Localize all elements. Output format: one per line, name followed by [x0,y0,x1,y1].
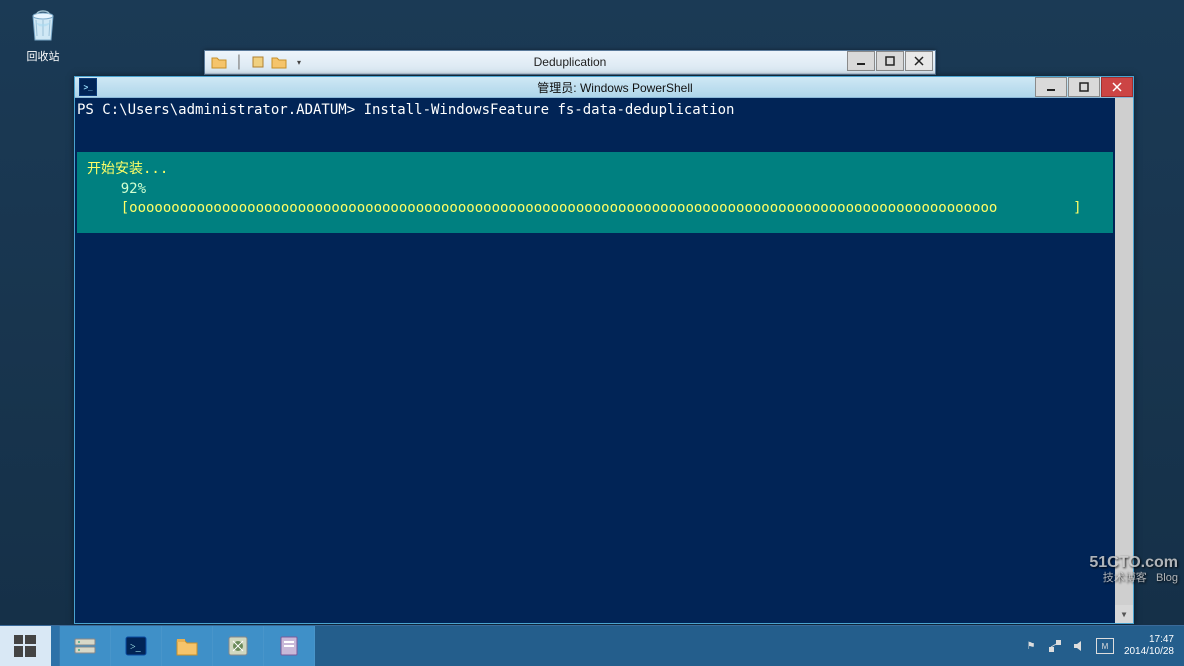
ps-minimize-button[interactable] [1035,77,1067,97]
explorer-titlebar[interactable]: | ▾ Deduplication [205,51,935,74]
clock-time: 17:47 [1124,634,1174,646]
clock-date: 2014/10/28 [1124,646,1174,658]
ime-icon[interactable]: M [1096,638,1114,654]
explorer-minimize-button[interactable] [847,51,875,71]
taskbar-app2[interactable] [264,626,315,666]
ps-command: Install-WindowsFeature fs-data-deduplica… [364,102,735,118]
ps-command-line: PS C:\Users\administrator.ADATUM> Instal… [77,102,1113,118]
ps-progress-block: 开始安装... 92% [ooooooooooooooooooooooooooo… [77,152,1113,233]
clock[interactable]: 17:47 2014/10/28 [1124,634,1174,658]
explorer-maximize-button[interactable] [876,51,904,71]
scroll-down-button[interactable]: ▼ [1115,605,1133,623]
qat-item-icon[interactable] [251,54,267,70]
explorer-window[interactable]: | ▾ Deduplication [204,50,936,75]
scroll-thumb[interactable] [1115,98,1133,623]
ps-progress-title: 开始安装... [87,160,1103,180]
taskbar-explorer[interactable] [162,626,213,666]
network-icon[interactable] [1048,639,1062,653]
ps-progress-percent: 92% [87,180,1103,200]
start-button[interactable] [0,626,51,666]
powershell-icon: >_ [79,78,97,96]
taskbar-sep [51,626,60,666]
explorer-title: Deduplication [205,55,935,69]
powershell-window[interactable]: >_ 管理员: Windows PowerShell PS C:\Users\a… [74,76,1134,624]
taskbar-powershell[interactable]: >_ [111,626,162,666]
recycle-bin-icon [23,4,63,44]
folder-dup-icon[interactable] [271,54,287,70]
qat-separator: | [231,54,247,70]
recycle-bin-label: 回收站 [18,48,68,64]
powershell-title: 管理员: Windows PowerShell [97,79,1133,96]
explorer-close-button[interactable] [905,51,933,71]
ps-close-button[interactable] [1101,77,1133,97]
taskbar-app1[interactable] [213,626,264,666]
taskbar-server-manager[interactable] [60,626,111,666]
folder-icon[interactable] [211,54,227,70]
taskbar: >_ ⚑ M 17:47 2014/10/28 [0,625,1184,666]
chevron-down-icon[interactable]: ▾ [291,54,307,70]
ps-prompt: PS C:\Users\administrator.ADATUM> [77,102,364,118]
flag-icon[interactable]: ⚑ [1024,639,1038,653]
ps-scrollbar[interactable]: ▲ ▼ [1115,98,1133,623]
taskbar-filler [315,626,1014,666]
powershell-titlebar[interactable]: >_ 管理员: Windows PowerShell [75,77,1133,98]
desktop: 回收站 | ▾ Deduplication [0,0,1184,626]
recycle-bin[interactable]: 回收站 [18,4,68,64]
ps-progress-bar: [ooooooooooooooooooooooooooooooooooooooo… [87,199,1103,219]
powershell-console[interactable]: PS C:\Users\administrator.ADATUM> Instal… [75,98,1133,623]
systray[interactable]: ⚑ M 17:47 2014/10/28 [1014,626,1184,666]
volume-icon[interactable] [1072,639,1086,653]
ps-maximize-button[interactable] [1068,77,1100,97]
svg-text:>_: >_ [130,642,142,653]
